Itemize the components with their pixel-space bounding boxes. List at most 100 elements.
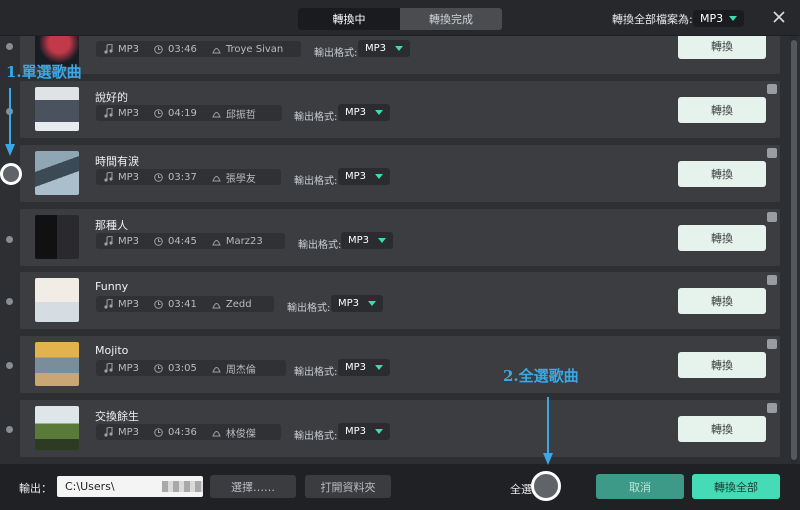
- album-cover: [35, 215, 79, 259]
- convert-button[interactable]: 轉換: [678, 36, 766, 59]
- song-duration: 04:36: [168, 426, 197, 438]
- song-format: MP3: [118, 426, 140, 438]
- output-format-value: MP3: [338, 298, 360, 309]
- song-meta: MP3 03:37 張學友: [96, 169, 281, 185]
- song-format: MP3: [118, 362, 140, 374]
- row-select-radio[interactable]: [6, 426, 13, 433]
- remove-icon[interactable]: [767, 339, 777, 349]
- song-format: MP3: [118, 171, 140, 183]
- song-meta: MP3 04:45 Marz23: [96, 233, 285, 249]
- song-artist: 周杰倫: [225, 364, 256, 376]
- output-format-select[interactable]: MP3: [358, 40, 410, 57]
- song-title: 交換餘生: [95, 410, 139, 423]
- title-bar: 轉換中 轉換完成 轉換全部檔案為: MP3: [0, 0, 800, 36]
- tab-converting[interactable]: 轉換中: [298, 8, 400, 30]
- song-duration: 03:41: [168, 298, 197, 310]
- song-duration: 04:45: [168, 235, 197, 247]
- convert-all-format-select[interactable]: MP3: [693, 10, 744, 27]
- convert-all-format-label: 轉換全部檔案為:: [612, 13, 693, 26]
- output-format-select[interactable]: MP3: [338, 104, 390, 121]
- convert-button[interactable]: 轉換: [678, 97, 766, 123]
- output-format-select[interactable]: MP3: [331, 295, 383, 312]
- song-format: MP3: [118, 235, 140, 247]
- song-title: 時間有淚: [95, 155, 139, 168]
- output-format-value: MP3: [345, 426, 367, 437]
- convert-button[interactable]: 轉換: [678, 288, 766, 314]
- chevron-down-icon: [375, 110, 383, 115]
- annotation-step2: 2.全選歌曲: [503, 367, 579, 385]
- song-duration: 04:19: [168, 107, 197, 119]
- chevron-down-icon: [378, 238, 386, 243]
- album-cover: [35, 406, 79, 450]
- artist-icon: [212, 175, 221, 181]
- song-title: Mojito: [95, 344, 129, 357]
- song-artist: 張學友: [225, 173, 256, 185]
- music-note-icon: [104, 108, 113, 118]
- remove-icon[interactable]: [767, 275, 777, 285]
- clock-icon: [154, 44, 163, 54]
- row-select-radio[interactable]: [6, 236, 13, 243]
- song-artist: 林俊傑: [225, 428, 256, 440]
- remove-icon[interactable]: [767, 212, 777, 222]
- chevron-down-icon: [395, 46, 403, 51]
- tab-converted[interactable]: 轉換完成: [400, 8, 502, 30]
- output-format-label: 輸出格式:: [294, 176, 338, 187]
- blurred-path: [162, 481, 203, 492]
- chevron-down-icon: [375, 365, 383, 370]
- music-note-icon: [104, 363, 113, 373]
- output-format-select[interactable]: MP3: [338, 423, 390, 440]
- output-format-value: MP3: [365, 43, 387, 54]
- output-format-label: 輸出格式:: [294, 431, 338, 442]
- album-cover: [35, 342, 79, 386]
- status-tabs: 轉換中 轉換完成: [298, 8, 502, 30]
- song-format: MP3: [118, 107, 140, 119]
- output-format-value: MP3: [345, 362, 367, 373]
- convert-button[interactable]: 轉換: [678, 225, 766, 251]
- remove-icon[interactable]: [767, 84, 777, 94]
- row-select-radio[interactable]: [6, 362, 13, 369]
- output-format-value: MP3: [345, 171, 367, 182]
- song-meta: MP3 03:05 周杰倫: [96, 360, 286, 376]
- song-card: 那種人 MP3 04:45 Marz23 輸出格式: MP3 轉換: [20, 209, 780, 266]
- output-path-field[interactable]: C:\Users\: [57, 476, 203, 497]
- song-title: Funny: [95, 280, 129, 293]
- arrow-down-icon: [543, 397, 553, 465]
- select-all-label: 全選: [510, 483, 532, 496]
- song-duration: 03:37: [168, 171, 197, 183]
- artist-icon: [212, 239, 221, 245]
- remove-icon[interactable]: [767, 403, 777, 413]
- highlight-ring-select-all: [531, 471, 561, 501]
- output-format-select[interactable]: MP3: [338, 359, 390, 376]
- open-folder-button[interactable]: 打開資料夾: [305, 475, 391, 498]
- scrollbar-thumb[interactable]: [791, 40, 797, 460]
- song-artist: Marz23: [225, 235, 263, 247]
- clock-icon: [154, 108, 163, 118]
- song-title: 說好的: [95, 91, 128, 104]
- output-format-label: 輸出格式:: [298, 240, 342, 251]
- clock-icon: [154, 299, 163, 309]
- convert-button[interactable]: 轉換: [678, 352, 766, 378]
- output-format-label: 輸出格式:: [287, 303, 331, 314]
- convert-all-format-value: MP3: [700, 12, 724, 25]
- artist-icon: [212, 302, 221, 308]
- music-note-icon: [104, 427, 113, 437]
- song-card: Mojito MP3 03:05 周杰倫 輸出格式: MP3 轉換: [20, 336, 780, 393]
- music-note-icon: [104, 299, 113, 309]
- row-select-radio[interactable]: [6, 43, 13, 50]
- output-format-label: 輸出格式:: [294, 367, 338, 378]
- album-cover: [35, 151, 79, 195]
- clock-icon: [154, 172, 163, 182]
- output-format-select[interactable]: MP3: [338, 168, 390, 185]
- row-select-radio[interactable]: [6, 298, 13, 305]
- cancel-button[interactable]: 取消: [596, 474, 684, 499]
- output-format-select[interactable]: MP3: [341, 232, 393, 249]
- highlight-ring-row-select: [0, 163, 22, 185]
- remove-icon[interactable]: [767, 148, 777, 158]
- choose-folder-button[interactable]: 選擇……: [210, 475, 296, 498]
- song-card: 說好的 MP3 04:19 邱振哲 輸出格式: MP3 轉換: [20, 81, 780, 138]
- close-icon[interactable]: [772, 10, 786, 24]
- song-format: MP3: [118, 43, 140, 55]
- convert-button[interactable]: 轉換: [678, 416, 766, 442]
- convert-all-button[interactable]: 轉換全部: [692, 474, 780, 499]
- convert-button[interactable]: 轉換: [678, 161, 766, 187]
